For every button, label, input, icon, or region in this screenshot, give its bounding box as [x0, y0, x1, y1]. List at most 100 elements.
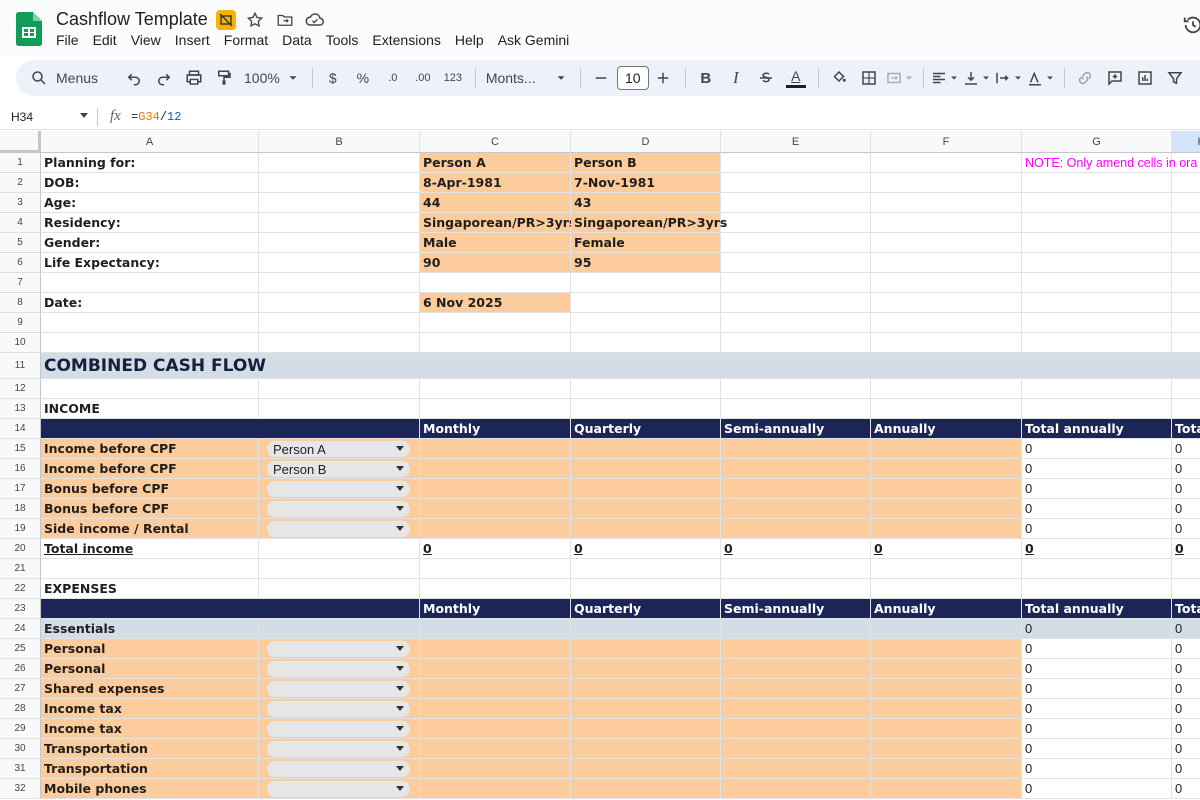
menu-format[interactable]: Format [224, 32, 274, 48]
row-header-18[interactable]: 18 [0, 499, 41, 519]
income-input-cell[interactable] [721, 519, 871, 539]
expense-total[interactable]: 0 [1172, 739, 1200, 759]
cell-c12[interactable] [420, 379, 571, 399]
expenses-title[interactable]: EXPENSES [41, 579, 259, 599]
cell-d7[interactable] [571, 273, 721, 293]
cell-e4[interactable] [721, 213, 871, 233]
cell-h2[interactable] [1172, 173, 1200, 193]
cell-f4[interactable] [871, 213, 1022, 233]
row-header-2[interactable]: 2 [0, 173, 41, 193]
cell-b12[interactable] [259, 379, 420, 399]
essentials-cell[interactable] [721, 619, 871, 639]
expense-input-cell[interactable] [871, 639, 1022, 659]
cell-b8[interactable] [259, 293, 420, 313]
income-input-cell[interactable] [571, 439, 721, 459]
expense-total-annually[interactable]: 0 [1022, 679, 1172, 699]
income-input-cell[interactable] [871, 439, 1022, 459]
cell-b6[interactable] [259, 253, 420, 273]
row-header-8[interactable]: 8 [0, 293, 41, 313]
cell-b4[interactable] [259, 213, 420, 233]
expense-input-cell[interactable] [420, 699, 571, 719]
number-format-button[interactable]: 123 [439, 64, 467, 92]
expense-input-cell[interactable] [420, 679, 571, 699]
income-input-cell[interactable] [420, 499, 571, 519]
expenses-header-quarterly[interactable]: Quarterly [571, 599, 721, 619]
input-residency-a[interactable]: Singaporean/PR>3yrs [420, 213, 576, 233]
total-income-total[interactable]: 0 [1172, 539, 1200, 559]
expense-row-label[interactable]: Transportation [41, 759, 259, 779]
income-header-semi-annually[interactable]: Semi-annually [721, 419, 871, 439]
expenses-header-annually[interactable]: Annually [871, 599, 1022, 619]
label-planning[interactable]: Planning for: [41, 153, 259, 173]
decrease-decimal-button[interactable]: .0 [379, 64, 407, 92]
income-total-annually[interactable]: 0 [1022, 459, 1172, 479]
cell-a12[interactable] [41, 379, 259, 399]
expense-total-annually[interactable]: 0 [1022, 659, 1172, 679]
bold-button[interactable]: B [692, 64, 720, 92]
essentials-cell[interactable] [571, 619, 721, 639]
expense-input-cell[interactable] [871, 719, 1022, 739]
cell-f8[interactable] [871, 293, 1022, 313]
row-header-17[interactable]: 17 [0, 479, 41, 499]
cell-h12[interactable] [1172, 379, 1200, 399]
search-menus-button[interactable]: Menus [26, 64, 118, 92]
cell-a9[interactable] [41, 313, 259, 333]
label-age[interactable]: Age: [41, 193, 259, 213]
cell-a10[interactable] [41, 333, 259, 353]
row-header-1[interactable]: 1 [0, 153, 41, 173]
row-header-15[interactable]: 15 [0, 439, 41, 459]
category-dropdown[interactable]: Person A [267, 441, 410, 457]
cell-g8[interactable] [1022, 293, 1172, 313]
cell-f3[interactable] [871, 193, 1022, 213]
expense-total-annually[interactable]: 0 [1022, 779, 1172, 799]
income-header-total[interactable]: Tota [1172, 419, 1200, 439]
category-dropdown[interactable] [267, 521, 410, 537]
section-title[interactable]: COMBINED CASH FLOW [41, 353, 1200, 379]
cell-h8[interactable] [1172, 293, 1200, 313]
row-header-6[interactable]: 6 [0, 253, 41, 273]
cell-f5[interactable] [871, 233, 1022, 253]
income-header-monthly[interactable]: Monthly [420, 419, 571, 439]
expense-input-cell[interactable] [571, 679, 721, 699]
cell-b5[interactable] [259, 233, 420, 253]
income-input-cell[interactable] [721, 499, 871, 519]
total-income-total-annually[interactable]: 0 [1022, 539, 1172, 559]
expense-input-cell[interactable] [571, 759, 721, 779]
undo-button[interactable] [120, 64, 148, 92]
expense-input-cell[interactable] [420, 779, 571, 799]
row-header-28[interactable]: 28 [0, 699, 41, 719]
category-dropdown[interactable] [267, 761, 410, 777]
income-title[interactable]: INCOME [41, 399, 259, 419]
cell-c7[interactable] [420, 273, 571, 293]
cell-h21[interactable] [1172, 559, 1200, 579]
essentials-label[interactable]: Essentials [41, 619, 259, 639]
cell-e9[interactable] [721, 313, 871, 333]
cell-f13[interactable] [871, 399, 1022, 419]
total-income-label[interactable]: Total income [41, 539, 259, 559]
cell-d22[interactable] [571, 579, 721, 599]
expense-input-cell[interactable] [420, 719, 571, 739]
expense-row-label[interactable]: Shared expenses [41, 679, 259, 699]
cell-c21[interactable] [420, 559, 571, 579]
expense-input-cell[interactable] [721, 719, 871, 739]
row-header-21[interactable]: 21 [0, 559, 41, 579]
column-header-g[interactable]: G [1022, 131, 1172, 153]
row-header-20[interactable]: 20 [0, 539, 41, 559]
input-residency-b[interactable]: Singaporean/PR>3yrs [571, 213, 727, 233]
cell-g5[interactable] [1022, 233, 1172, 253]
cell-h9[interactable] [1172, 313, 1200, 333]
cell-h6[interactable] [1172, 253, 1200, 273]
expense-input-cell[interactable] [721, 739, 871, 759]
cell-b13[interactable] [259, 399, 420, 419]
essentials-total[interactable]: 0 [1172, 619, 1200, 639]
formula-input[interactable]: =G34/12 [131, 110, 181, 124]
income-input-cell[interactable] [420, 459, 571, 479]
income-row-label[interactable]: Bonus before CPF [41, 499, 259, 519]
row-header-13[interactable]: 13 [0, 399, 41, 419]
income-header-blank[interactable] [41, 419, 420, 439]
expense-input-cell[interactable] [721, 679, 871, 699]
cell-g9[interactable] [1022, 313, 1172, 333]
expense-input-cell[interactable] [420, 659, 571, 679]
expense-total-annually[interactable]: 0 [1022, 759, 1172, 779]
row-header-27[interactable]: 27 [0, 679, 41, 699]
